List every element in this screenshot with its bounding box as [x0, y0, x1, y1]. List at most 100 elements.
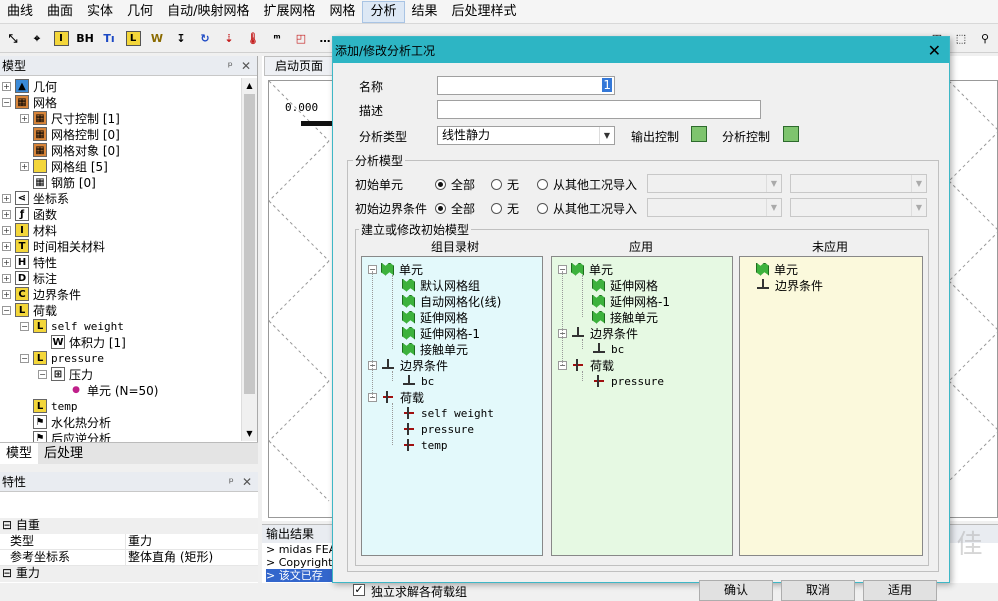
tree-item[interactable]: ▦ 网格对象 [0]: [20, 142, 120, 158]
cancel-button[interactable]: 取消: [781, 580, 855, 601]
dialog-close-icon[interactable]: ✕: [928, 41, 941, 60]
view-tool-icon[interactable]: ⬚: [950, 28, 972, 50]
tree-item[interactable]: − ⊞ 压力: [38, 366, 93, 382]
tree-node-element-item[interactable]: 延伸网格: [592, 277, 658, 293]
tree-item[interactable]: + C 边界条件: [2, 286, 81, 302]
tree-item[interactable]: ▦ 钢筋 [0]: [20, 174, 96, 190]
tree-node-elements[interactable]: − 单元: [368, 261, 423, 277]
tree-node-load-item[interactable]: pressure: [592, 373, 664, 389]
tree-item[interactable]: Ltemp: [20, 398, 78, 414]
menu-item[interactable]: 结果: [405, 1, 445, 23]
load-i-icon[interactable]: I: [50, 28, 72, 50]
pressure-tool-icon[interactable]: ⇣: [218, 28, 240, 50]
analysis-control-button[interactable]: [783, 126, 799, 142]
tree-node-element-item[interactable]: 延伸网格-1: [592, 293, 670, 309]
expand-toggle-icon[interactable]: −: [2, 305, 11, 315]
expand-toggle-icon[interactable]: −: [20, 353, 29, 363]
tree-node-loads[interactable]: − 荷载: [558, 357, 614, 373]
name-input[interactable]: 1: [437, 76, 615, 95]
menu-item[interactable]: 分析: [362, 0, 405, 23]
tab-model[interactable]: 模型: [0, 443, 39, 464]
solve-independent-checkbox[interactable]: ✓: [353, 584, 365, 596]
menu-item[interactable]: 后处理样式: [445, 1, 524, 23]
menu-item[interactable]: 扩展网格: [256, 1, 322, 23]
init-boundary-group-select[interactable]: ▼: [790, 198, 927, 217]
tree-node-load-item[interactable]: temp: [402, 437, 448, 453]
analysis-type-select[interactable]: 线性静力 ▼: [437, 126, 615, 145]
menu-item[interactable]: 自动/映射网格: [160, 1, 256, 23]
init-boundary-import-radio[interactable]: 从其他工况导入: [537, 200, 637, 217]
menu-item[interactable]: 实体: [80, 1, 120, 23]
tree-node-element-item[interactable]: 默认网格组: [402, 277, 480, 293]
tree-node-loads[interactable]: − 荷载: [368, 389, 424, 405]
menu-item[interactable]: 网格: [322, 1, 362, 23]
moment-tool-icon[interactable]: ↻: [194, 28, 216, 50]
body-force-tool-icon[interactable]: W: [146, 28, 168, 50]
load-ti-icon[interactable]: Tı: [98, 28, 120, 50]
tree-item[interactable]: + ▦ 尺寸控制 [1]: [20, 110, 120, 126]
menu-item[interactable]: 几何: [120, 1, 160, 23]
expand-toggle-icon[interactable]: −: [38, 369, 47, 379]
tree-item[interactable]: + 网格组 [5]: [20, 158, 108, 174]
tree-item[interactable]: − L 荷载: [2, 302, 57, 318]
apply-button[interactable]: 适用: [863, 580, 937, 601]
tree-item[interactable]: − ▦ 网格: [2, 94, 57, 110]
close-icon[interactable]: ✕: [242, 475, 252, 489]
expand-toggle-icon[interactable]: +: [2, 225, 11, 235]
init-element-import-radio[interactable]: 从其他工况导入: [537, 176, 637, 193]
pin-icon[interactable]: ᵖ: [229, 475, 234, 489]
tree-node-elements[interactable]: − 单元: [558, 261, 613, 277]
node-tool-icon[interactable]: ⌖: [26, 28, 48, 50]
tree-item[interactable]: ● 单元 (N=50): [56, 382, 158, 398]
tree-item[interactable]: ⚑ 水化热分析: [20, 414, 111, 430]
cube-tool-icon[interactable]: ◰: [290, 28, 312, 50]
init-boundary-all-radio[interactable]: 全部: [435, 200, 475, 217]
expand-toggle-icon[interactable]: +: [2, 257, 11, 267]
init-element-none-radio[interactable]: 无: [491, 176, 519, 193]
expand-toggle-icon[interactable]: −: [20, 321, 29, 331]
tree-node-boundary[interactable]: − 边界条件: [368, 357, 448, 373]
init-element-group-select[interactable]: ▼: [790, 174, 927, 193]
menu-item[interactable]: 曲线: [0, 1, 40, 23]
expand-toggle-icon[interactable]: +: [20, 161, 29, 171]
tree-item[interactable]: − Lpressure: [20, 350, 104, 366]
expand-toggle-icon[interactable]: +: [2, 241, 11, 251]
select-tool-icon[interactable]: ⤡: [2, 28, 24, 50]
tree-node-element-item[interactable]: 自动网格化(线): [402, 293, 501, 309]
pin-icon[interactable]: ᵖ: [228, 59, 233, 73]
applied-list[interactable]: − 单元 延伸网格 延伸网格-1 接触单元 − 边界条件 bc − 荷载 pressure: [551, 256, 733, 556]
expand-toggle-icon[interactable]: +: [20, 113, 29, 123]
expand-toggle-icon[interactable]: +: [2, 289, 11, 299]
load-l-icon[interactable]: L: [122, 28, 144, 50]
load-bh-icon[interactable]: BH: [74, 28, 96, 50]
temperature-tool-icon[interactable]: 🌡: [242, 28, 264, 50]
tree-item[interactable]: W 体积力 [1]: [38, 334, 126, 350]
tree-node-boundary[interactable]: − 边界条件: [558, 325, 638, 341]
scroll-down-icon[interactable]: ▼: [242, 426, 257, 441]
menu-item[interactable]: 曲面: [40, 1, 80, 23]
tree-item[interactable]: − Lself weight: [20, 318, 124, 334]
tab-postprocess[interactable]: 后处理: [38, 443, 89, 464]
close-icon[interactable]: ✕: [241, 59, 251, 73]
tree-item[interactable]: + H 特性: [2, 254, 57, 270]
tree-item[interactable]: + ƒ 函数: [2, 206, 57, 222]
init-element-case-select[interactable]: ▼: [647, 174, 782, 193]
init-boundary-case-select[interactable]: ▼: [647, 198, 782, 217]
m-tool-icon[interactable]: ᵐ: [266, 28, 288, 50]
tree-item[interactable]: + T 时间相关材料: [2, 238, 105, 254]
unapplied-list[interactable]: 单元 边界条件: [739, 256, 923, 556]
scroll-thumb[interactable]: [244, 94, 255, 394]
tree-item[interactable]: + ▲ 几何: [2, 78, 57, 94]
expand-toggle-icon[interactable]: +: [2, 273, 11, 283]
tree-node-load-item[interactable]: self weight: [402, 405, 494, 421]
tree-node-boundary-item[interactable]: bc: [402, 373, 434, 389]
init-boundary-none-radio[interactable]: 无: [491, 200, 519, 217]
pin-tool-icon[interactable]: ⚲: [974, 28, 996, 50]
tree-node-boundary[interactable]: 边界条件: [756, 277, 823, 293]
tree-node-load-item[interactable]: pressure: [402, 421, 474, 437]
force-tool-icon[interactable]: ↧: [170, 28, 192, 50]
model-tree-scrollbar[interactable]: ▲ ▼: [241, 78, 257, 441]
expand-toggle-icon[interactable]: +: [2, 209, 11, 219]
prop-row-coord[interactable]: 参考坐标系 整体直角 (矩形): [0, 550, 258, 566]
tree-node-elements[interactable]: 单元: [756, 261, 798, 277]
